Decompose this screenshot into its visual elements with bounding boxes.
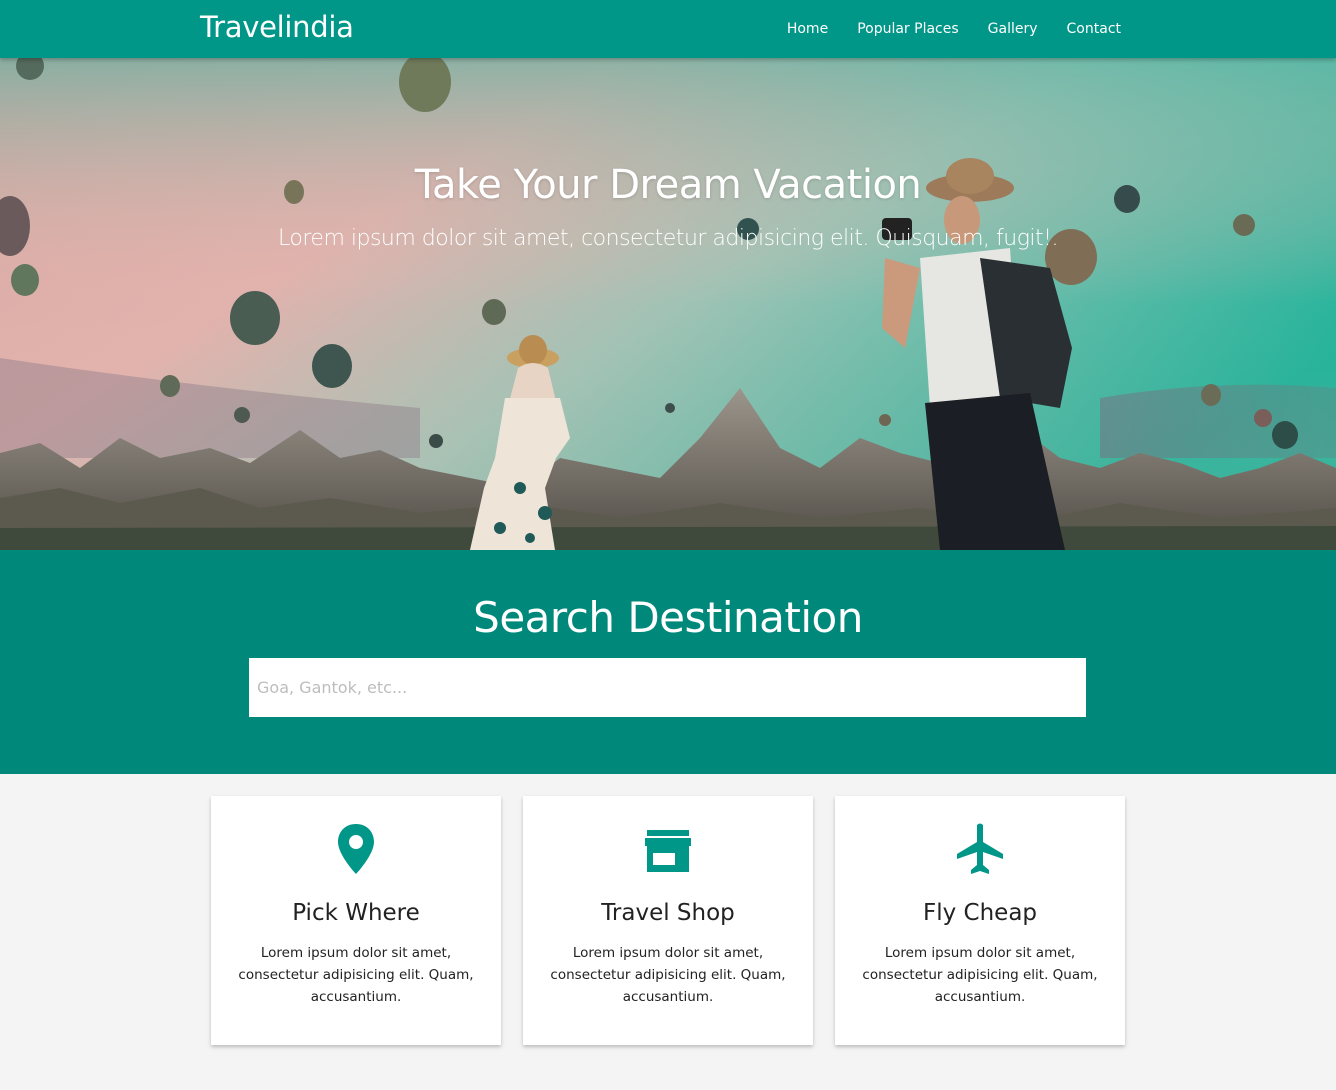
nav-link-contact[interactable]: Contact [1067,21,1121,37]
hero-title: Take Your Dream Vacation [414,162,922,208]
card-title: Pick Where [292,900,420,926]
nav-link-popular-places[interactable]: Popular Places [857,21,958,37]
nav-link-gallery[interactable]: Gallery [988,21,1038,37]
hero-subtitle: Lorem ipsum dolor sit amet, consectetur … [278,226,1058,251]
nav-link-home[interactable]: Home [787,21,828,37]
card-text: Lorem ipsum dolor sit amet, consectetur … [862,945,1098,1005]
hero-background-image [0,58,1336,550]
search-section: Search Destination [0,550,1336,774]
airplane-icon [835,822,1125,876]
location-pin-icon [211,822,501,876]
card-text: Lorem ipsum dolor sit amet, consectetur … [238,945,474,1005]
card-title: Travel Shop [601,900,735,926]
store-icon [523,822,813,876]
card-title: Fly Cheap [922,900,1038,926]
hero-banner: Take Your Dream Vacation Lorem ipsum dol… [0,58,1336,550]
feature-card-pick-where: Pick Where Lorem ipsum dolor sit amet, c… [211,796,501,1045]
navbar: Travelindia Home Popular Places Gallery … [0,0,1336,58]
nav-links: Home Popular Places Gallery Contact [758,0,1121,58]
brand-logo[interactable]: Travelindia [200,10,354,44]
search-input[interactable] [249,658,1086,717]
search-title: Search Destination [473,593,863,642]
card-text: Lorem ipsum dolor sit amet, consectetur … [550,945,786,1005]
feature-card-travel-shop: Travel Shop Lorem ipsum dolor sit amet, … [523,796,813,1045]
feature-card-fly-cheap: Fly Cheap Lorem ipsum dolor sit amet, co… [835,796,1125,1045]
